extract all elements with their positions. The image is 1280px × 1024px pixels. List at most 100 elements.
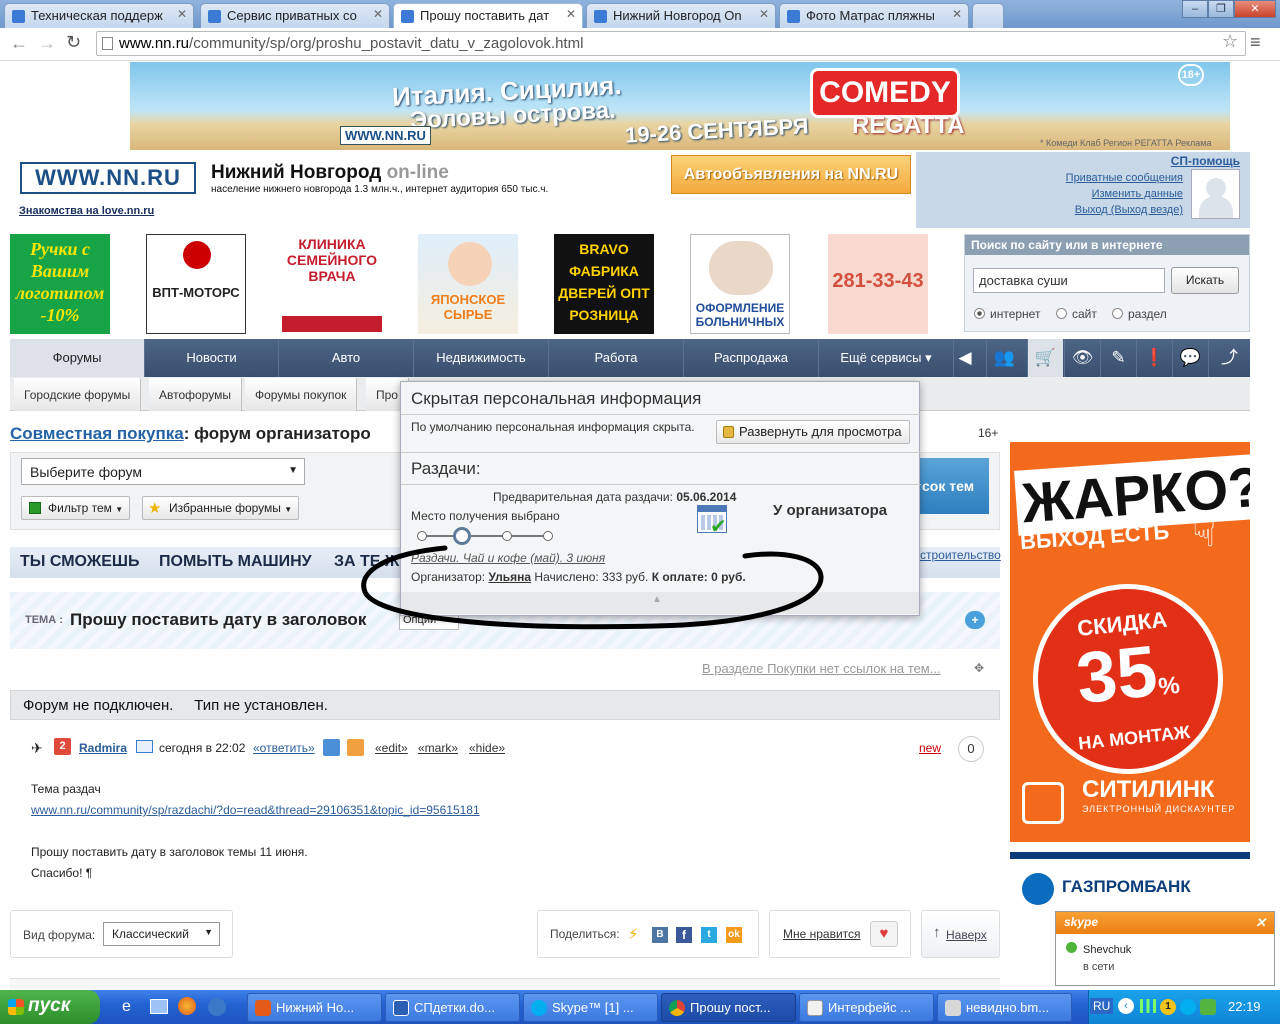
ie-icon[interactable]: e [122,998,131,1016]
clock[interactable]: 22:19 [1228,999,1261,1014]
post-link[interactable]: www.nn.ru/community/sp/razdachi/?do=read… [31,800,480,821]
like-link[interactable]: Мне нравится [783,927,861,941]
filter-themes-button[interactable]: Фильтр тем ▼ [21,496,131,520]
ad-sick-leave[interactable]: ОФОРМЛЕНИЕ БОЛЬНИЧНЫХ [690,234,790,334]
forum-select[interactable]: Выберите форум ▼ [21,458,305,485]
taskbar-item[interactable]: СПдетки.do... [385,993,520,1022]
edit-link[interactable]: «edit» [375,741,408,755]
close-icon[interactable]: ✕ [566,7,576,21]
nav-sale[interactable]: Распродажа [684,339,819,377]
subnav-city-forums[interactable]: Городские форумы [14,378,142,411]
nav-auto[interactable]: Авто [279,339,414,377]
theme-list-button[interactable]: сок тем [918,458,989,514]
taskbar-item[interactable]: невидно.bm... [937,993,1072,1022]
heart-icon[interactable]: ♥ [870,921,898,947]
hide-link[interactable]: «hide» [469,741,505,755]
antivirus-icon[interactable] [1200,999,1216,1015]
expand-button[interactable]: Развернуть для просмотра [716,420,910,444]
globe-icon[interactable] [208,998,226,1016]
favorite-forums-button[interactable]: ★ Избранные форумы ▼ [142,496,300,520]
reload-icon[interactable]: ↻ [66,32,81,53]
ad-vpt-motors[interactable]: ВПТ-МОТОРС [146,234,246,334]
subnav-auto-forums[interactable]: Автофорумы [149,378,242,411]
twitter-icon[interactable]: t [701,927,717,943]
reply-link[interactable]: «ответить» [253,741,315,755]
ad-bravo-doors[interactable]: BRAVO ФАБРИКА ДВЕРЕЙ ОПТ РОЗНИЦА [554,234,654,334]
pencil-icon[interactable]: ✎ [1100,339,1136,377]
nav-more[interactable]: Ещё сервисы ▾ [819,339,954,377]
firefox-icon[interactable] [178,997,196,1015]
mark-link[interactable]: «mark» [418,741,458,755]
friends-icon[interactable]: 👥 [986,339,1022,377]
hammer-icon[interactable] [347,739,364,756]
citilink-ad[interactable]: ЖАРКО? ВЫХОД ЕСТЬ ☟ СКИДКА 35% НА МОНТАЖ… [1010,442,1250,842]
ad-phone[interactable]: 281-33-43 [828,234,928,334]
close-icon[interactable]: ✕ [952,7,962,21]
radio-section[interactable]: раздел [1112,307,1167,321]
subnav-purchase-forums[interactable]: Форумы покупок [245,378,358,411]
collapse-icon[interactable]: ◀ [954,339,976,377]
joint-purchase-link[interactable]: Совместная покупка [10,424,184,443]
desktop-icon[interactable] [150,999,168,1014]
signal-icon[interactable] [1140,999,1156,1013]
ad-diapers[interactable]: ЯПОНСКОЕ СЫРЬЕ [418,234,518,334]
share-lightning-icon[interactable]: ⚡ [628,925,639,943]
comment-bubble-icon[interactable]: + [965,611,985,629]
ad-pens[interactable]: Ручки с Вашим логотипом -10% [10,234,110,334]
chat-icon[interactable]: 💬 [1172,339,1208,377]
ad-clinic[interactable]: КЛИНИКА СЕМЕЙНОГО ВРАЧА [282,234,382,334]
to-top-link[interactable]: Наверх [946,928,987,942]
eye-icon[interactable]: 👁 [1064,339,1100,377]
maximize-icon[interactable]: ❐ [1208,0,1234,18]
autoads-banner[interactable]: Автообъявления на NN.RU [671,155,911,194]
avatar[interactable] [1191,169,1240,219]
browser-tab-active[interactable]: Прошу поставить дат ✕ [393,3,583,28]
new-badge[interactable]: new [919,741,941,755]
sp-help-link[interactable]: СП-помощь [1171,154,1240,168]
close-icon[interactable]: ✕ [177,7,187,21]
taskbar-item[interactable]: Skype™ [1] ... [523,993,658,1022]
top-banner-ad[interactable]: Италия. Сицилия. Эоловы острова. 19-26 С… [130,62,1230,150]
notification-icon[interactable]: 1 [1160,999,1176,1015]
search-input[interactable]: доставка суши [973,268,1165,293]
address-bar[interactable]: www.nn.ru/community/sp/org/proshu_postav… [96,31,1246,56]
nav-jobs[interactable]: Работа [549,339,684,377]
private-messages-link[interactable]: Приватные сообщения [1066,172,1183,184]
nav-forums[interactable]: Форумы [10,339,145,377]
post-rating[interactable]: 0 [958,736,984,762]
radio-site[interactable]: сайт [1056,307,1097,321]
vk-icon[interactable]: В [652,927,668,943]
minimize-icon[interactable]: – [1182,0,1208,18]
gift-icon[interactable] [323,739,340,756]
skype-tray-icon[interactable] [1180,999,1196,1015]
taskbar-item[interactable]: Нижний Но... [247,993,382,1022]
close-icon[interactable]: ✕ [759,7,769,21]
radio-internet[interactable]: интернет [974,307,1040,321]
forward-icon[interactable]: → [38,33,56,54]
close-window-icon[interactable]: ✕ [1234,0,1276,18]
tray-expand-icon[interactable]: ‹ [1118,998,1134,1014]
site-logo[interactable]: WWW.NN.RU [20,162,196,194]
mail-icon[interactable] [136,740,153,753]
alert-icon[interactable]: ❗ [1136,339,1172,377]
browser-tab[interactable]: Сервис приватных со ✕ [200,3,390,28]
odnoklassniki-icon[interactable]: ok [726,927,742,943]
new-tab-button[interactable] [972,3,1004,28]
to-top-panel[interactable]: ↑ Наверх [921,910,1000,958]
nav-news[interactable]: Новости [145,339,279,377]
close-icon[interactable]: ✕ [373,7,383,21]
search-button[interactable]: Искать [1171,267,1239,294]
skype-notification[interactable]: skype ✕ Shevchuk в сети [1055,911,1275,986]
back-icon[interactable]: ← [10,33,28,54]
browser-tab[interactable]: Фото Матрас пляжны ✕ [779,3,969,28]
browser-tab[interactable]: Техническая поддерж ✕ [4,3,194,28]
dating-link[interactable]: Знакомства на love.nn.ru [19,205,154,217]
edit-profile-link[interactable]: Изменить данные [1092,188,1183,200]
start-button[interactable]: пуск [0,990,100,1024]
facebook-icon[interactable]: f [676,927,692,943]
browser-tab[interactable]: Нижний Новгород On ✕ [586,3,776,28]
construction-link[interactable]: строительство [920,548,1001,562]
up-icon[interactable]: ⤴ [1208,339,1250,377]
cart-icon[interactable]: 🛒 [1027,339,1063,377]
menu-icon[interactable]: ≡ [1250,32,1261,53]
